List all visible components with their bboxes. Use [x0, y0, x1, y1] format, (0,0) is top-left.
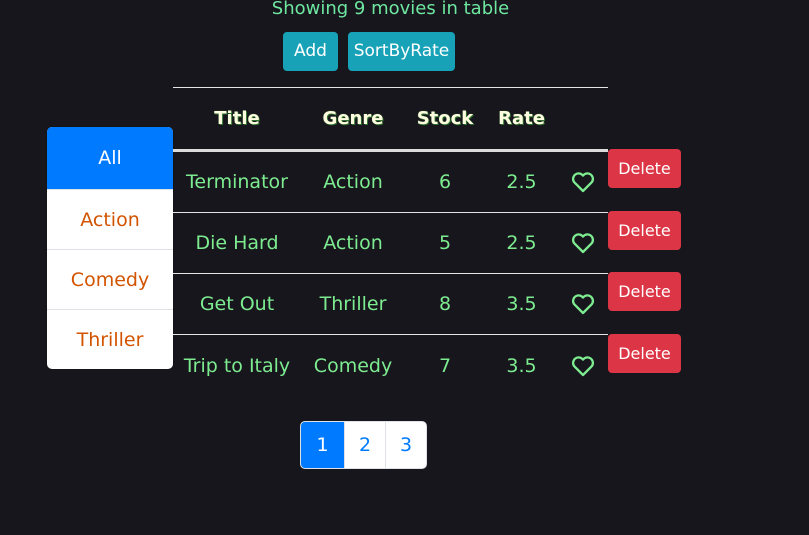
movies-table: Title Genre Stock Rate Terminator Action… [173, 87, 608, 396]
movie-rate: 2.5 [506, 232, 537, 254]
movie-rate: 2.5 [506, 171, 537, 193]
column-header-genre[interactable]: Genre [301, 108, 405, 129]
genre-item-all[interactable]: All [47, 127, 173, 189]
table-row: Get Out Thriller 8 3.5 [173, 274, 608, 335]
heart-outline-icon[interactable] [571, 293, 595, 315]
column-header-rate[interactable]: Rate [485, 108, 558, 129]
genre-list: All Action Comedy Thriller [47, 127, 173, 369]
column-header-stock[interactable]: Stock [405, 108, 485, 129]
movie-stock: 8 [438, 293, 452, 315]
movie-title: Die Hard [195, 232, 279, 254]
heart-outline-icon[interactable] [571, 355, 595, 377]
delete-button[interactable]: Delete [608, 334, 681, 373]
page-link-3[interactable]: 3 [385, 422, 426, 468]
heart-outline-icon[interactable] [571, 232, 595, 254]
page-link-1[interactable]: 1 [301, 422, 344, 468]
heart-outline-icon[interactable] [571, 171, 595, 193]
movie-genre: Comedy [313, 354, 393, 377]
like-toggle[interactable] [558, 293, 608, 315]
pagination: 1 2 3 [300, 421, 427, 469]
page-link-2[interactable]: 2 [344, 422, 385, 468]
like-toggle[interactable] [558, 232, 608, 254]
delete-button[interactable]: Delete [608, 149, 681, 188]
delete-button[interactable]: Delete [608, 272, 681, 311]
table-header: Title Genre Stock Rate [173, 88, 608, 152]
movie-genre: Action [323, 232, 383, 254]
movie-stock: 7 [438, 354, 452, 377]
like-toggle[interactable] [558, 171, 608, 193]
movie-title: Trip to Italy [183, 354, 291, 377]
movie-title: Get Out [199, 293, 275, 315]
add-button[interactable]: Add [283, 32, 338, 71]
table-row: Die Hard Action 5 2.5 [173, 213, 608, 274]
movie-rate: 3.5 [506, 293, 537, 315]
table-row: Terminator Action 6 2.5 [173, 152, 608, 213]
genre-item-comedy[interactable]: Comedy [47, 249, 173, 309]
movie-genre: Action [323, 171, 383, 193]
movie-genre: Thriller [319, 293, 387, 315]
movie-rate: 3.5 [506, 354, 537, 377]
column-header-title[interactable]: Title [173, 108, 301, 129]
genre-item-action[interactable]: Action [47, 189, 173, 249]
movie-count-summary: Showing 9 movies in table [271, 0, 510, 19]
movie-title: Terminator [186, 171, 288, 193]
movie-stock: 6 [438, 171, 452, 193]
delete-button[interactable]: Delete [608, 211, 681, 250]
like-toggle[interactable] [558, 355, 608, 377]
sort-by-rate-button[interactable]: SortByRate [348, 32, 455, 71]
table-row: Trip to Italy Comedy 7 3.5 [173, 335, 608, 396]
genre-item-thriller[interactable]: Thriller [47, 309, 173, 369]
movie-stock: 5 [438, 232, 452, 254]
